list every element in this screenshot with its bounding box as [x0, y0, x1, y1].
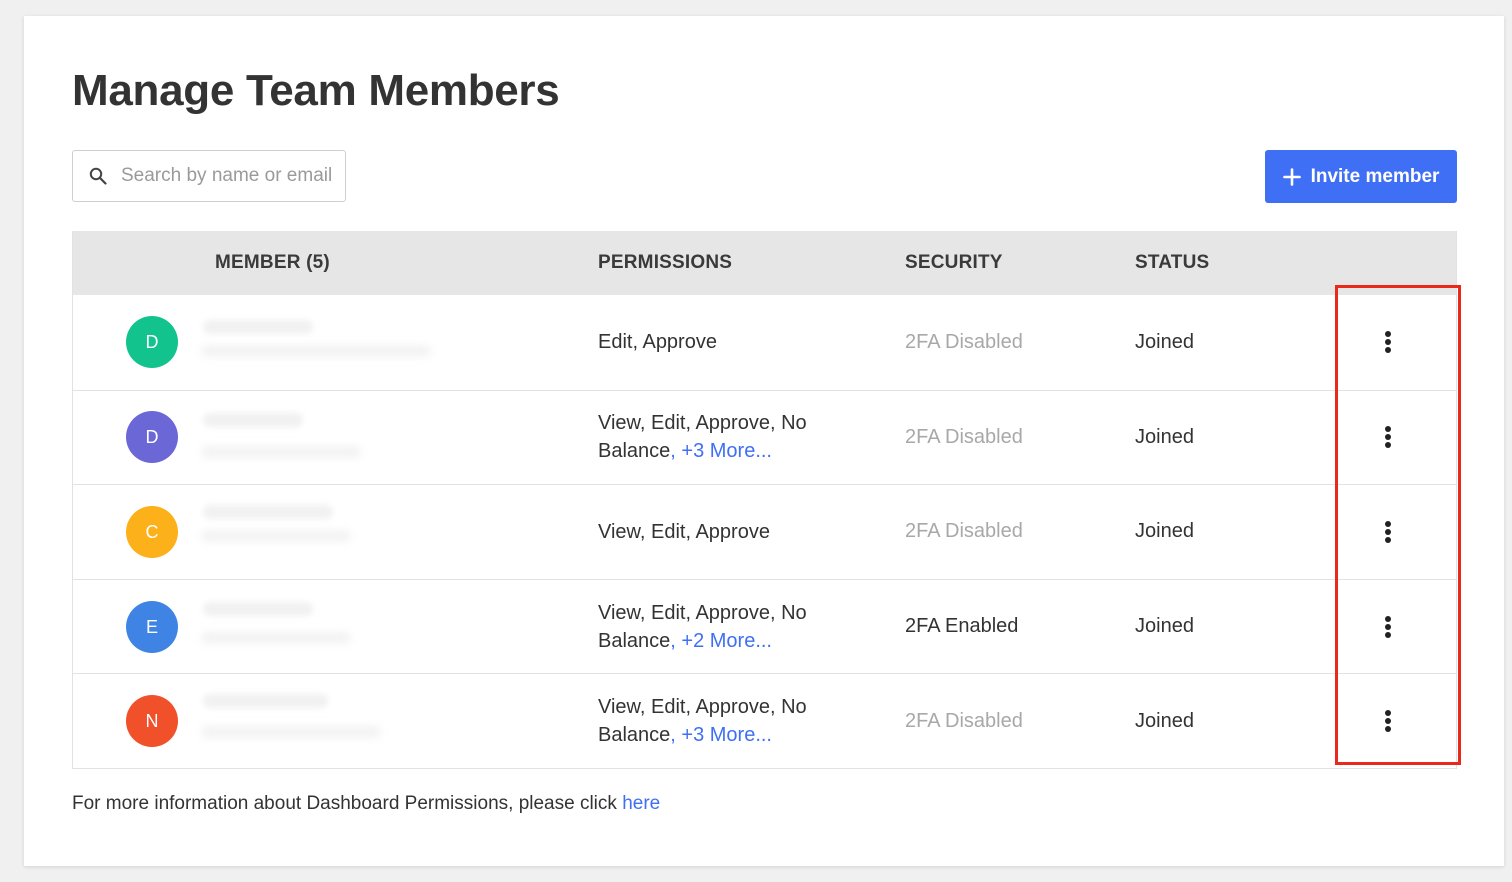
avatar: D — [126, 316, 178, 369]
permissions-text: View, Edit, Approve — [598, 520, 770, 543]
kebab-dot — [1385, 631, 1391, 638]
permissions-more-link[interactable]: , +2 More... — [670, 630, 772, 652]
search-icon — [89, 167, 107, 185]
footer-text: For more information about Dashboard Per… — [72, 793, 623, 814]
security-status: 2FA Disabled — [905, 709, 1023, 732]
invite-member-label: Invite member — [1310, 165, 1440, 187]
permissions-more-link[interactable]: , +3 More... — [670, 724, 772, 746]
permissions-text-wrap: Edit, Approve — [598, 328, 717, 356]
avatar: D — [126, 411, 178, 464]
permissions-cell: Edit, Approve — [598, 295, 838, 390]
table-row: D View, Edit, Approve, No Balance, +3 Mor… — [73, 389, 1456, 485]
redacted-member-name — [203, 601, 313, 616]
kebab-dot — [1385, 426, 1391, 433]
redacted-member-email — [201, 530, 351, 543]
security-status: 2FA Disabled — [905, 520, 1023, 543]
more-actions-icon[interactable] — [1373, 326, 1403, 358]
kebab-dot — [1385, 520, 1391, 527]
permissions-cell: View, Edit, Approve, No Balance, +3 More… — [598, 674, 838, 768]
avatar: N — [126, 695, 178, 748]
security-status: 2FA Disabled — [905, 330, 1023, 353]
permissions-cell: View, Edit, Approve, No Balance, +3 More… — [598, 391, 838, 485]
redacted-member-email — [201, 345, 431, 357]
kebab-dot — [1385, 442, 1391, 449]
kebab-dot — [1385, 710, 1391, 717]
more-actions-icon[interactable] — [1373, 611, 1403, 643]
redacted-member-email — [201, 631, 351, 644]
search-input[interactable] — [121, 165, 333, 187]
permissions-text-wrap: View, Edit, Approve, No Balance, +2 More… — [598, 599, 838, 655]
table-row: N View, Edit, Approve, No Balance, +3 Mor… — [73, 673, 1456, 768]
permissions-text: Edit, Approve — [598, 331, 717, 354]
table-header: MEMBER (5) PERMISSIONS SECURITY STATUS — [73, 231, 1456, 295]
more-actions-icon[interactable] — [1373, 421, 1403, 453]
table-row: D Edit, Approve 2FA Disabled Joined — [73, 295, 1456, 390]
invite-member-button[interactable]: Invite member — [1265, 150, 1457, 203]
permissions-text-wrap: View, Edit, Approve, No Balance, +3 More… — [598, 693, 838, 749]
page-title: Manage Team Members — [72, 66, 560, 115]
redacted-member-name — [203, 320, 313, 334]
redacted-member-email — [201, 445, 361, 458]
kebab-dot — [1385, 434, 1391, 441]
more-actions-icon[interactable] — [1373, 705, 1403, 737]
permissions-cell: View, Edit, Approve — [598, 485, 838, 579]
table-row: C View, Edit, Approve 2FA Disabled Joined — [73, 484, 1456, 579]
redacted-member-name — [203, 505, 333, 520]
plus-icon — [1282, 167, 1301, 186]
header-permissions: PERMISSIONS — [598, 252, 733, 273]
kebab-dot — [1385, 615, 1391, 622]
kebab-dot — [1385, 528, 1391, 535]
kebab-dot — [1385, 623, 1391, 630]
search-box[interactable] — [72, 150, 346, 202]
permissions-more-link[interactable]: , +3 More... — [670, 440, 772, 462]
footer-note: For more information about Dashboard Per… — [72, 793, 660, 815]
permissions-cell: View, Edit, Approve, No Balance, +2 More… — [598, 580, 838, 674]
member-status: Joined — [1135, 330, 1194, 353]
members-table: MEMBER (5) PERMISSIONS SECURITY STATUS D… — [72, 231, 1457, 769]
security-status: 2FA Enabled — [905, 615, 1019, 638]
kebab-dot — [1385, 726, 1391, 733]
team-members-card: Manage Team Members Invite member MEMBER… — [24, 16, 1504, 866]
table-row: E View, Edit, Approve, No Balance, +2 Mor… — [73, 578, 1456, 674]
avatar: C — [126, 505, 178, 558]
member-status: Joined — [1135, 520, 1194, 543]
member-status: Joined — [1135, 615, 1194, 638]
redacted-member-name — [203, 412, 303, 427]
redacted-member-name — [203, 694, 328, 709]
permissions-text-wrap: View, Edit, Approve, No Balance, +3 More… — [598, 409, 838, 465]
permissions-text-wrap: View, Edit, Approve — [598, 518, 770, 546]
member-status: Joined — [1135, 709, 1194, 732]
more-actions-icon[interactable] — [1373, 516, 1403, 548]
footer-link[interactable]: here — [622, 793, 660, 814]
header-security: SECURITY — [905, 252, 1003, 273]
kebab-dot — [1385, 331, 1391, 338]
kebab-dot — [1385, 347, 1391, 354]
redacted-member-email — [201, 726, 381, 739]
table-body: D Edit, Approve 2FA Disabled Joined D View, E… — [73, 295, 1456, 768]
member-status: Joined — [1135, 425, 1194, 448]
header-member: MEMBER (5) — [215, 252, 330, 273]
kebab-dot — [1385, 718, 1391, 725]
avatar: E — [126, 600, 178, 653]
security-status: 2FA Disabled — [905, 425, 1023, 448]
header-status: STATUS — [1135, 252, 1210, 273]
kebab-dot — [1385, 536, 1391, 543]
kebab-dot — [1385, 339, 1391, 346]
